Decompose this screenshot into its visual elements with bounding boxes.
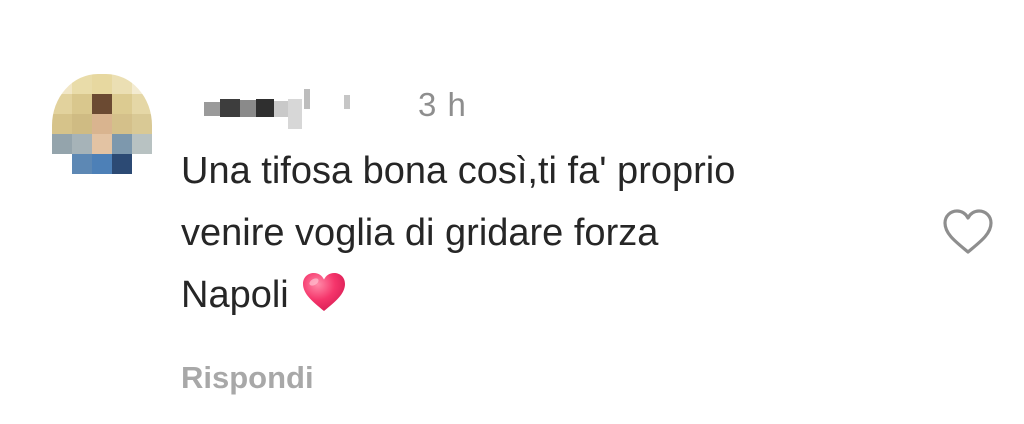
avatar[interactable] [52,74,152,186]
username-blurred[interactable] [204,89,384,131]
comment-text-line: Una tifosa bona così,ti fa' proprio [181,150,736,192]
comment-item: 3 h Una tifosa bona così,ti fa' proprio … [0,0,1024,424]
like-button[interactable] [942,208,994,256]
reply-button[interactable]: Rispondi [181,360,314,396]
comment-timestamp: 3 h [418,86,467,123]
comment-text-line: Napoli [181,264,901,332]
comment-text: Una tifosa bona così,ti fa' proprio veni… [181,140,901,332]
red-heart-emoji [301,270,347,332]
comment-text-line: venire voglia di gridare forza [181,212,659,254]
heart-outline-icon [943,209,993,254]
